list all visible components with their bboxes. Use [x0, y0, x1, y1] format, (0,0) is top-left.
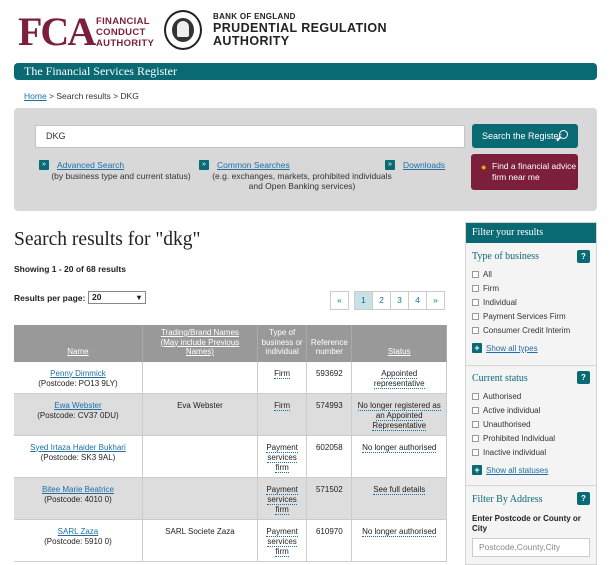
search-input[interactable]: DKG [35, 125, 465, 148]
filter-checkbox[interactable]: Payment Services Firm [472, 312, 566, 321]
col-ref: Reference number [306, 325, 353, 362]
find-advice-button[interactable]: ● Find a financial advice firm near me [471, 154, 578, 190]
col-status[interactable]: Status [351, 325, 447, 362]
location-pin-icon: ● [481, 162, 487, 172]
filter-checkbox[interactable]: Active individual [472, 406, 540, 415]
result-name-link[interactable]: Ewa Webster [54, 401, 101, 410]
search-register-button[interactable]: Search the Register [472, 124, 578, 148]
filter-checkbox[interactable]: Individual [472, 298, 517, 307]
filter-checkbox[interactable]: Inactive individual [472, 448, 546, 457]
table-row: Penny Dimmick (Postcode: PO13 9LY) Firm 5… [14, 361, 447, 394]
per-page-label: Results per page: [14, 293, 86, 303]
common-searches-link[interactable]: Common Searches [217, 160, 290, 170]
common-searches-option: » Common Searches (e.g. exchanges, marke… [199, 160, 399, 192]
search-icon [559, 130, 568, 139]
search-panel: DKG Search the Register ● Find a financia… [14, 108, 597, 211]
chevron-down-icon: » [39, 160, 49, 170]
chevron-down-icon: » [199, 160, 209, 170]
table-row: Syed Irtaza Haider Bukhari (Postcode: SK3… [14, 435, 447, 478]
help-icon[interactable]: ? [577, 250, 590, 263]
fca-logo[interactable]: FCA [18, 12, 96, 52]
filter-checkbox[interactable]: Authorised [472, 392, 521, 401]
table-row: SARL Zaza (Postcode: 5910 0) SARL Societe… [14, 519, 447, 562]
pra-name: PRUDENTIAL REGULATION AUTHORITY [213, 21, 387, 48]
boe-name: BANK OF ENGLAND [213, 12, 296, 21]
table-row: Ewa Webster (Postcode: CV37 0DU) Eva Webs… [14, 393, 447, 436]
filter-checkbox[interactable]: Consumer Credit Interim [472, 326, 570, 335]
pagination: « 1 2 3 4 » [330, 291, 445, 310]
breadcrumb: Home > Search results > DKG [24, 91, 139, 101]
result-name-link[interactable]: Bitee Marie Beatrice [42, 485, 114, 494]
col-type: Type of business or individual [257, 325, 308, 362]
filter-checkbox[interactable]: All [472, 270, 492, 279]
site-header: FCA FINANCIAL CONDUCT AUTHORITY BANK OF … [0, 0, 610, 62]
advanced-search-link[interactable]: Advanced Search [57, 160, 124, 170]
bank-of-england-seal-icon [164, 10, 202, 50]
advanced-search-option: » Advanced Search (by business type and … [39, 160, 209, 181]
col-trading[interactable]: Trading/Brand Names (May include Previous… [142, 325, 258, 362]
pager-page-4[interactable]: 4 [408, 291, 427, 310]
result-name-link[interactable]: SARL Zaza [58, 527, 99, 536]
plus-icon: + [472, 465, 482, 475]
downloads-link[interactable]: Downloads [403, 160, 445, 170]
table-row: Bitee Marie Beatrice (Postcode: 4010 0) P… [14, 477, 447, 520]
filter-checkbox[interactable]: Unauthorised [472, 420, 531, 429]
show-all-statuses[interactable]: + Show all statuses [472, 465, 548, 476]
filter-header: Filter your results [466, 223, 596, 243]
chevron-down-icon: » [385, 160, 395, 170]
per-page-select[interactable]: 20 [88, 291, 146, 304]
filter-sidebar: Filter your results Type of business ? A… [465, 222, 597, 565]
plus-icon: + [472, 343, 482, 353]
pager-page-2[interactable]: 2 [372, 291, 391, 310]
results-table: Name Trading/Brand Names (May include Pre… [14, 325, 447, 562]
results-count: Showing 1 - 20 of 68 results [14, 264, 126, 274]
downloads-option: » Downloads [385, 160, 465, 171]
fca-logo-text: FINANCIAL CONDUCT AUTHORITY [96, 16, 155, 49]
col-name[interactable]: Name [14, 325, 143, 362]
pager-page-1[interactable]: 1 [354, 291, 373, 310]
pager-next[interactable]: » [426, 291, 445, 310]
filter-checkbox[interactable]: Firm [472, 284, 499, 293]
filter-checkbox[interactable]: Prohibited Individual [472, 434, 555, 443]
result-name-link[interactable]: Penny Dimmick [50, 369, 106, 378]
help-icon[interactable]: ? [577, 371, 590, 384]
pager-page-3[interactable]: 3 [390, 291, 409, 310]
result-name-link[interactable]: Syed Irtaza Haider Bukhari [30, 443, 126, 452]
help-icon[interactable]: ? [577, 492, 590, 505]
register-banner: The Financial Services Register [14, 63, 597, 80]
breadcrumb-home-link[interactable]: Home [24, 91, 47, 101]
results-title: Search results for "dkg" [14, 229, 201, 250]
address-input[interactable]: Postcode,County,City [472, 538, 590, 557]
show-all-types[interactable]: + Show all types [472, 343, 538, 354]
pager-prev[interactable]: « [330, 291, 349, 310]
